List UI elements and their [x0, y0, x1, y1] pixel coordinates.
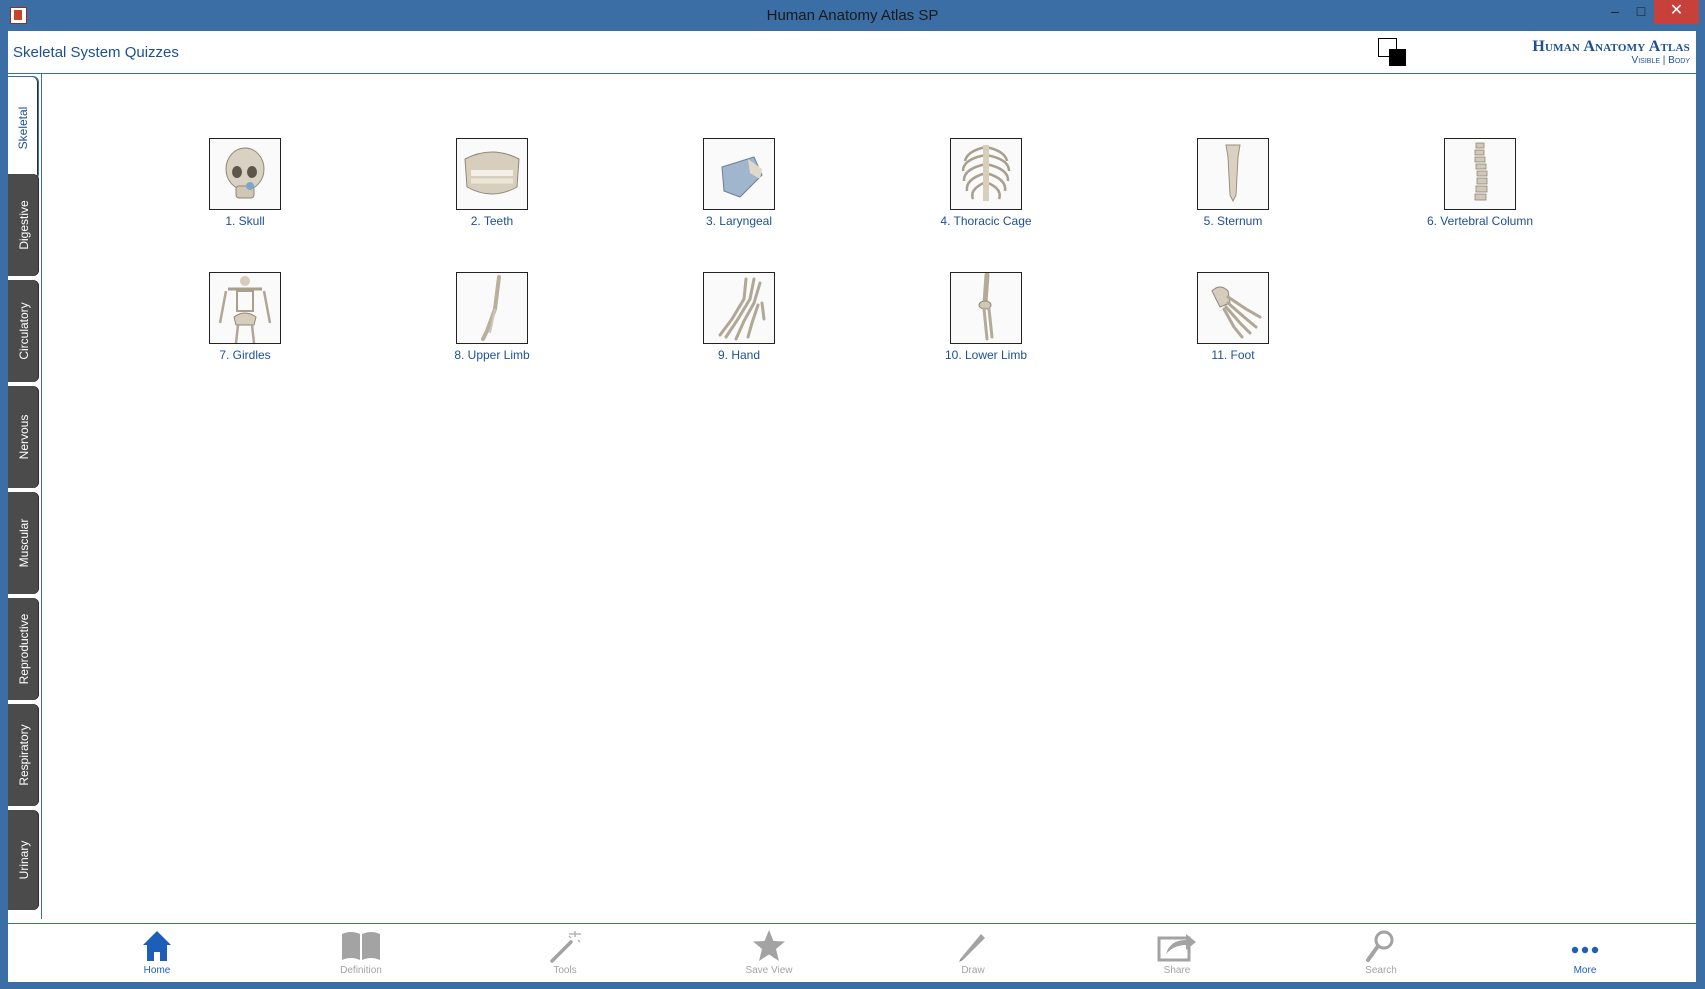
- brand-subtitle: Visible | Body: [1631, 55, 1690, 66]
- more-icon: [1571, 946, 1599, 954]
- quiz-item-vertebral-column[interactable]: 6. Vertebral Column: [1420, 138, 1540, 228]
- system-tabs: Skeletal Digestive Circulatory Nervous M…: [8, 74, 40, 919]
- pencil-icon: [959, 934, 985, 962]
- header: Skeletal System Quizzes Human Anatomy At…: [8, 31, 1696, 74]
- quiz-label: 4. Thoracic Cage: [940, 214, 1032, 228]
- tab-label: Nervous: [16, 414, 31, 460]
- tool-label: Save View: [745, 965, 793, 976]
- tool-label: Search: [1365, 965, 1397, 976]
- page-title: Skeletal System Quizzes: [13, 44, 179, 61]
- quiz-grid: 1. Skull 2. Teeth 3. Laryngeal 4. Thorac…: [41, 74, 1696, 919]
- tab-digestive[interactable]: Digestive: [8, 174, 39, 276]
- tool-label: More: [1573, 965, 1597, 976]
- title-bar: Human Anatomy Atlas SP – □ ✕: [0, 0, 1705, 31]
- tab-nervous[interactable]: Nervous: [8, 386, 39, 488]
- tab-urinary[interactable]: Urinary: [8, 810, 39, 910]
- home-button[interactable]: Home: [112, 928, 202, 976]
- bottom-toolbar: Home Definition Tools Save View Draw Sha…: [8, 923, 1696, 982]
- tab-label: Respiratory: [16, 724, 31, 786]
- save-view-button[interactable]: Save View: [724, 928, 814, 976]
- quiz-item-foot[interactable]: 11. Foot: [1173, 272, 1293, 362]
- tab-reproductive[interactable]: Reproductive: [8, 598, 39, 700]
- maximize-button[interactable]: □: [1628, 0, 1654, 24]
- hand-bones-image: [703, 272, 775, 344]
- star-icon: [753, 930, 785, 961]
- quiz-label: 2. Teeth: [470, 214, 514, 228]
- quiz-item-upper-limb[interactable]: 8. Upper Limb: [432, 272, 552, 362]
- quiz-label: 8. Upper Limb: [454, 348, 530, 362]
- quiz-label: 5. Sternum: [1203, 214, 1263, 228]
- quiz-item-thoracic-cage[interactable]: 4. Thoracic Cage: [926, 138, 1046, 228]
- spine-image: [1444, 138, 1516, 210]
- quiz-item-skull[interactable]: 1. Skull: [185, 138, 305, 228]
- quiz-item-sternum[interactable]: 5. Sternum: [1173, 138, 1293, 228]
- tool-label: Home: [143, 965, 171, 976]
- quiz-label: 3. Laryngeal: [705, 214, 773, 228]
- ribcage-image: [950, 138, 1022, 210]
- brand-title: Human Anatomy Atlas: [1532, 38, 1690, 55]
- sternum-image: [1197, 138, 1269, 210]
- quiz-item-girdles[interactable]: 7. Girdles: [185, 272, 305, 362]
- arm-bone-image: [456, 272, 528, 344]
- tab-skeletal[interactable]: Skeletal: [8, 76, 39, 180]
- minimize-button[interactable]: –: [1602, 0, 1628, 24]
- search-icon: [1366, 930, 1394, 962]
- tools-button[interactable]: Tools: [520, 928, 610, 976]
- tool-label: Tools: [553, 965, 577, 976]
- quiz-item-lower-limb[interactable]: 10. Lower Limb: [926, 272, 1046, 362]
- quiz-label: 7. Girdles: [219, 348, 271, 362]
- tab-label: Muscular: [16, 518, 31, 568]
- leg-bone-image: [950, 272, 1022, 344]
- quiz-item-laryngeal[interactable]: 3. Laryngeal: [679, 138, 799, 228]
- quiz-item-teeth[interactable]: 2. Teeth: [432, 138, 552, 228]
- tool-label: Definition: [340, 965, 382, 976]
- brand-logo: Human Anatomy Atlas Visible | Body: [1532, 38, 1690, 66]
- quiz-label: 10. Lower Limb: [944, 348, 1028, 362]
- quiz-label: 11. Foot: [1211, 348, 1255, 362]
- tab-label: Circulatory: [16, 302, 31, 360]
- tool-label: Share: [1163, 965, 1191, 976]
- quiz-item-hand[interactable]: 9. Hand: [679, 272, 799, 362]
- search-button[interactable]: Search: [1336, 928, 1426, 976]
- skeleton-image: [209, 272, 281, 344]
- book-icon: [342, 932, 380, 960]
- home-icon: [143, 931, 171, 961]
- tab-label: Digestive: [16, 200, 31, 250]
- tab-label: Urinary: [16, 840, 31, 880]
- tab-muscular[interactable]: Muscular: [8, 492, 39, 594]
- close-button[interactable]: ✕: [1654, 0, 1699, 24]
- tab-circulatory[interactable]: Circulatory: [8, 280, 39, 382]
- quiz-label: 6. Vertebral Column: [1426, 214, 1534, 228]
- definition-button[interactable]: Definition: [316, 928, 406, 976]
- draw-button[interactable]: Draw: [928, 928, 1018, 976]
- magic-wand-icon: [550, 931, 581, 963]
- quiz-label: 9. Hand: [717, 348, 761, 362]
- share-button[interactable]: Share: [1132, 928, 1222, 976]
- tab-respiratory[interactable]: Respiratory: [8, 704, 39, 806]
- quiz-label: 1. Skull: [225, 214, 265, 228]
- tab-label: Skeletal: [16, 106, 30, 150]
- window-title: Human Anatomy Atlas SP: [766, 7, 939, 24]
- more-button[interactable]: More: [1540, 928, 1630, 976]
- tool-label: Draw: [961, 965, 985, 976]
- skull-image: [209, 138, 281, 210]
- teeth-image: [456, 138, 528, 210]
- layout-toggle-icon[interactable]: [1378, 38, 1408, 68]
- foot-bones-image: [1197, 272, 1269, 344]
- app-window: Skeletal System Quizzes Human Anatomy At…: [8, 31, 1696, 982]
- tab-label: Reproductive: [16, 613, 31, 685]
- share-icon: [1157, 934, 1196, 962]
- larynx-image: [703, 138, 775, 210]
